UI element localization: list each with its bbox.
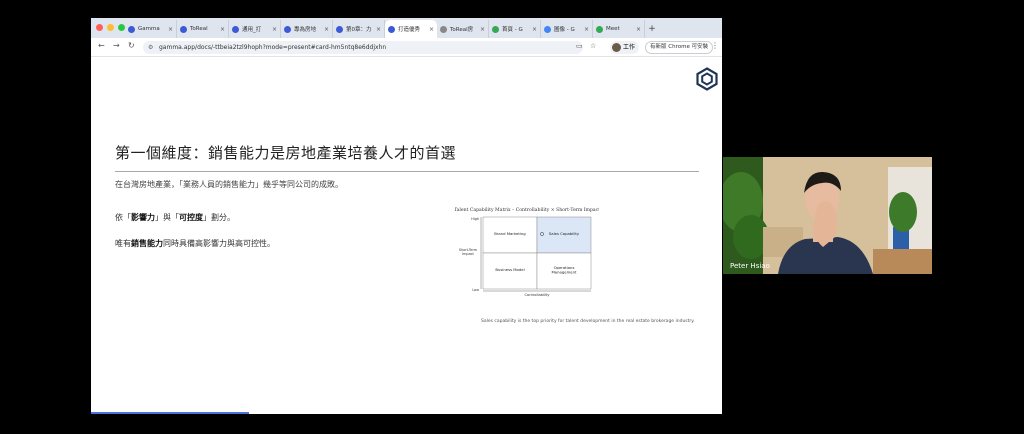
- matrix-cell-label: Sales Capability: [549, 231, 580, 236]
- dimension-paragraph: 依「影響力」與「可控度」劃分。: [115, 212, 235, 223]
- tab-3[interactable]: 專為房地 ×: [281, 20, 333, 38]
- tab-favicon-icon: [336, 25, 343, 33]
- chart-title: Talent Capability Matrix – Controllabili…: [455, 207, 599, 213]
- tab-6[interactable]: ToReal房 ×: [437, 20, 489, 38]
- tab-close-icon[interactable]: ×: [168, 26, 173, 33]
- tab-close-icon[interactable]: ×: [324, 26, 329, 33]
- video-tile: Peter Hsiao: [723, 157, 932, 274]
- tab-0[interactable]: Gamma ×: [125, 20, 177, 38]
- gamma-logo-icon: [696, 67, 718, 91]
- tab-8[interactable]: 圖像 - G ×: [541, 20, 593, 38]
- bookmark-star-icon[interactable]: ☆: [590, 42, 596, 50]
- y-tick-high: High: [471, 217, 479, 221]
- presentation-slide: 第一個維度：銷售能力是房地產業培養人才的首選 在台灣房地產業，「業務人員的銷售能…: [91, 57, 722, 414]
- avatar: [612, 43, 621, 52]
- presentation-progress-bar: [91, 412, 249, 414]
- participant-video: [723, 157, 932, 274]
- cell-label-line: Management: [551, 270, 577, 275]
- tab-title: Gamma: [138, 26, 160, 32]
- tab-title: ToReal: [190, 26, 208, 32]
- y-tick-low: Low: [472, 288, 479, 292]
- tab-favicon-icon: [544, 25, 551, 33]
- tab-7[interactable]: 首頁 - G ×: [489, 20, 541, 38]
- title-divider: [115, 171, 699, 172]
- update-chrome-button[interactable]: 有新版 Chrome 可安裝: [645, 41, 714, 54]
- kebab-menu-icon[interactable]: ⋮: [711, 41, 719, 50]
- tab-favicon-icon: [128, 25, 135, 33]
- tab-favicon-icon: [232, 25, 239, 33]
- site-info-icon[interactable]: ⚙: [148, 41, 153, 54]
- bold-term-sales: 銷售能力: [131, 239, 163, 248]
- tab-1[interactable]: ToReal ×: [177, 20, 229, 38]
- tab-title: Meet: [606, 26, 620, 32]
- reload-icon[interactable]: ↻: [128, 41, 135, 50]
- zoom-window-button[interactable]: [118, 24, 125, 31]
- tab-favicon-icon: [284, 25, 291, 33]
- address-bar[interactable]: ⚙ gamma.app/docs/-ttbeia2tzl9hoph?mode=p…: [143, 41, 583, 54]
- slide-subtitle: 在台灣房地產業，「業務人員的銷售能力」幾乎等同公司的成敗。: [115, 180, 343, 189]
- url-text: gamma.app/docs/-ttbeia2tzl9hoph?mode=pre…: [159, 44, 387, 51]
- browser-toolbar: ← → ↻ ⚙ gamma.app/docs/-ttbeia2tzl9hoph?…: [91, 38, 722, 57]
- text-fragment: 」與「: [155, 213, 179, 222]
- text-fragment: 」劃分。: [203, 213, 235, 222]
- tab-title: 首頁 - G: [502, 27, 523, 33]
- forward-icon[interactable]: →: [113, 41, 120, 50]
- tab-title: 圖像 - G: [554, 27, 575, 33]
- tab-5[interactable]: 打造優秀 ×: [385, 20, 437, 38]
- cast-icon[interactable]: ▭: [576, 42, 583, 50]
- tab-strip: Gamma × ToReal × 通用_打 × 專為房地 × 第0章：力 × 打造優秀 × ToReal…: [91, 18, 722, 38]
- conclusion-paragraph: 唯有銷售能力同時具備高影響力與高可控性。: [115, 238, 275, 249]
- tab-close-icon[interactable]: ×: [584, 26, 589, 33]
- matrix-cell-label: Operations Management: [551, 265, 577, 275]
- tab-close-icon[interactable]: ×: [220, 26, 225, 33]
- tab-title: 專為房地: [294, 27, 317, 33]
- tab-favicon-icon: [440, 25, 447, 33]
- tab-close-icon[interactable]: ×: [376, 26, 381, 33]
- bold-term-impact: 影響力: [131, 213, 155, 222]
- back-icon[interactable]: ←: [98, 41, 105, 50]
- tab-favicon-icon: [596, 25, 603, 33]
- tab-close-icon[interactable]: ×: [429, 26, 434, 33]
- tab-2[interactable]: 通用_打 ×: [229, 20, 281, 38]
- text-fragment: 唯有: [115, 239, 131, 248]
- minimize-window-button[interactable]: [107, 24, 114, 31]
- tab-favicon-icon: [180, 25, 187, 33]
- tab-favicon-icon: [388, 25, 395, 33]
- profile-label: 工作: [623, 44, 636, 51]
- close-window-button[interactable]: [96, 24, 103, 31]
- x-axis-label: Controllability: [524, 293, 550, 297]
- tab-title: 通用_打: [242, 27, 262, 33]
- slide-title: 第一個維度：銷售能力是房地產業培養人才的首選: [115, 144, 457, 162]
- tab-close-icon[interactable]: ×: [272, 26, 277, 33]
- matrix-cell-label: Business Model: [495, 267, 524, 272]
- tab-title: 打造優秀: [398, 27, 421, 33]
- y-axis-label: Short-Term Impact: [459, 248, 478, 256]
- chart-caption: Sales capability is the top priority for…: [481, 319, 695, 324]
- y-axis-label-line: Impact: [462, 252, 474, 256]
- text-fragment: 同時具備高影響力與高可控性。: [163, 239, 275, 248]
- matrix-cell-label: Brand Marketing: [494, 231, 526, 236]
- tab-title: 第0章：力: [346, 27, 372, 33]
- new-tab-button[interactable]: +: [645, 20, 659, 38]
- tab-close-icon[interactable]: ×: [532, 26, 537, 33]
- tab-close-icon[interactable]: ×: [480, 26, 485, 33]
- browser-window: Gamma × ToReal × 通用_打 × 專為房地 × 第0章：力 × 打造優秀 × ToReal…: [91, 18, 722, 414]
- profile-button[interactable]: 工作: [610, 41, 640, 54]
- bold-term-controllability: 可控度: [179, 213, 203, 222]
- window-controls: [96, 24, 125, 31]
- tab-9[interactable]: Meet ×: [593, 20, 645, 38]
- tab-title: ToReal房: [450, 27, 474, 33]
- tab-4[interactable]: 第0章：力 ×: [333, 20, 385, 38]
- tab-favicon-icon: [492, 25, 499, 33]
- text-fragment: 依「: [115, 213, 131, 222]
- participant-name: Peter Hsiao: [730, 262, 770, 270]
- tab-close-icon[interactable]: ×: [636, 26, 641, 33]
- capability-matrix-chart: Talent Capability Matrix – Controllabili…: [455, 207, 599, 297]
- tabs: Gamma × ToReal × 通用_打 × 專為房地 × 第0章：力 × 打造優秀 × ToReal…: [125, 20, 659, 38]
